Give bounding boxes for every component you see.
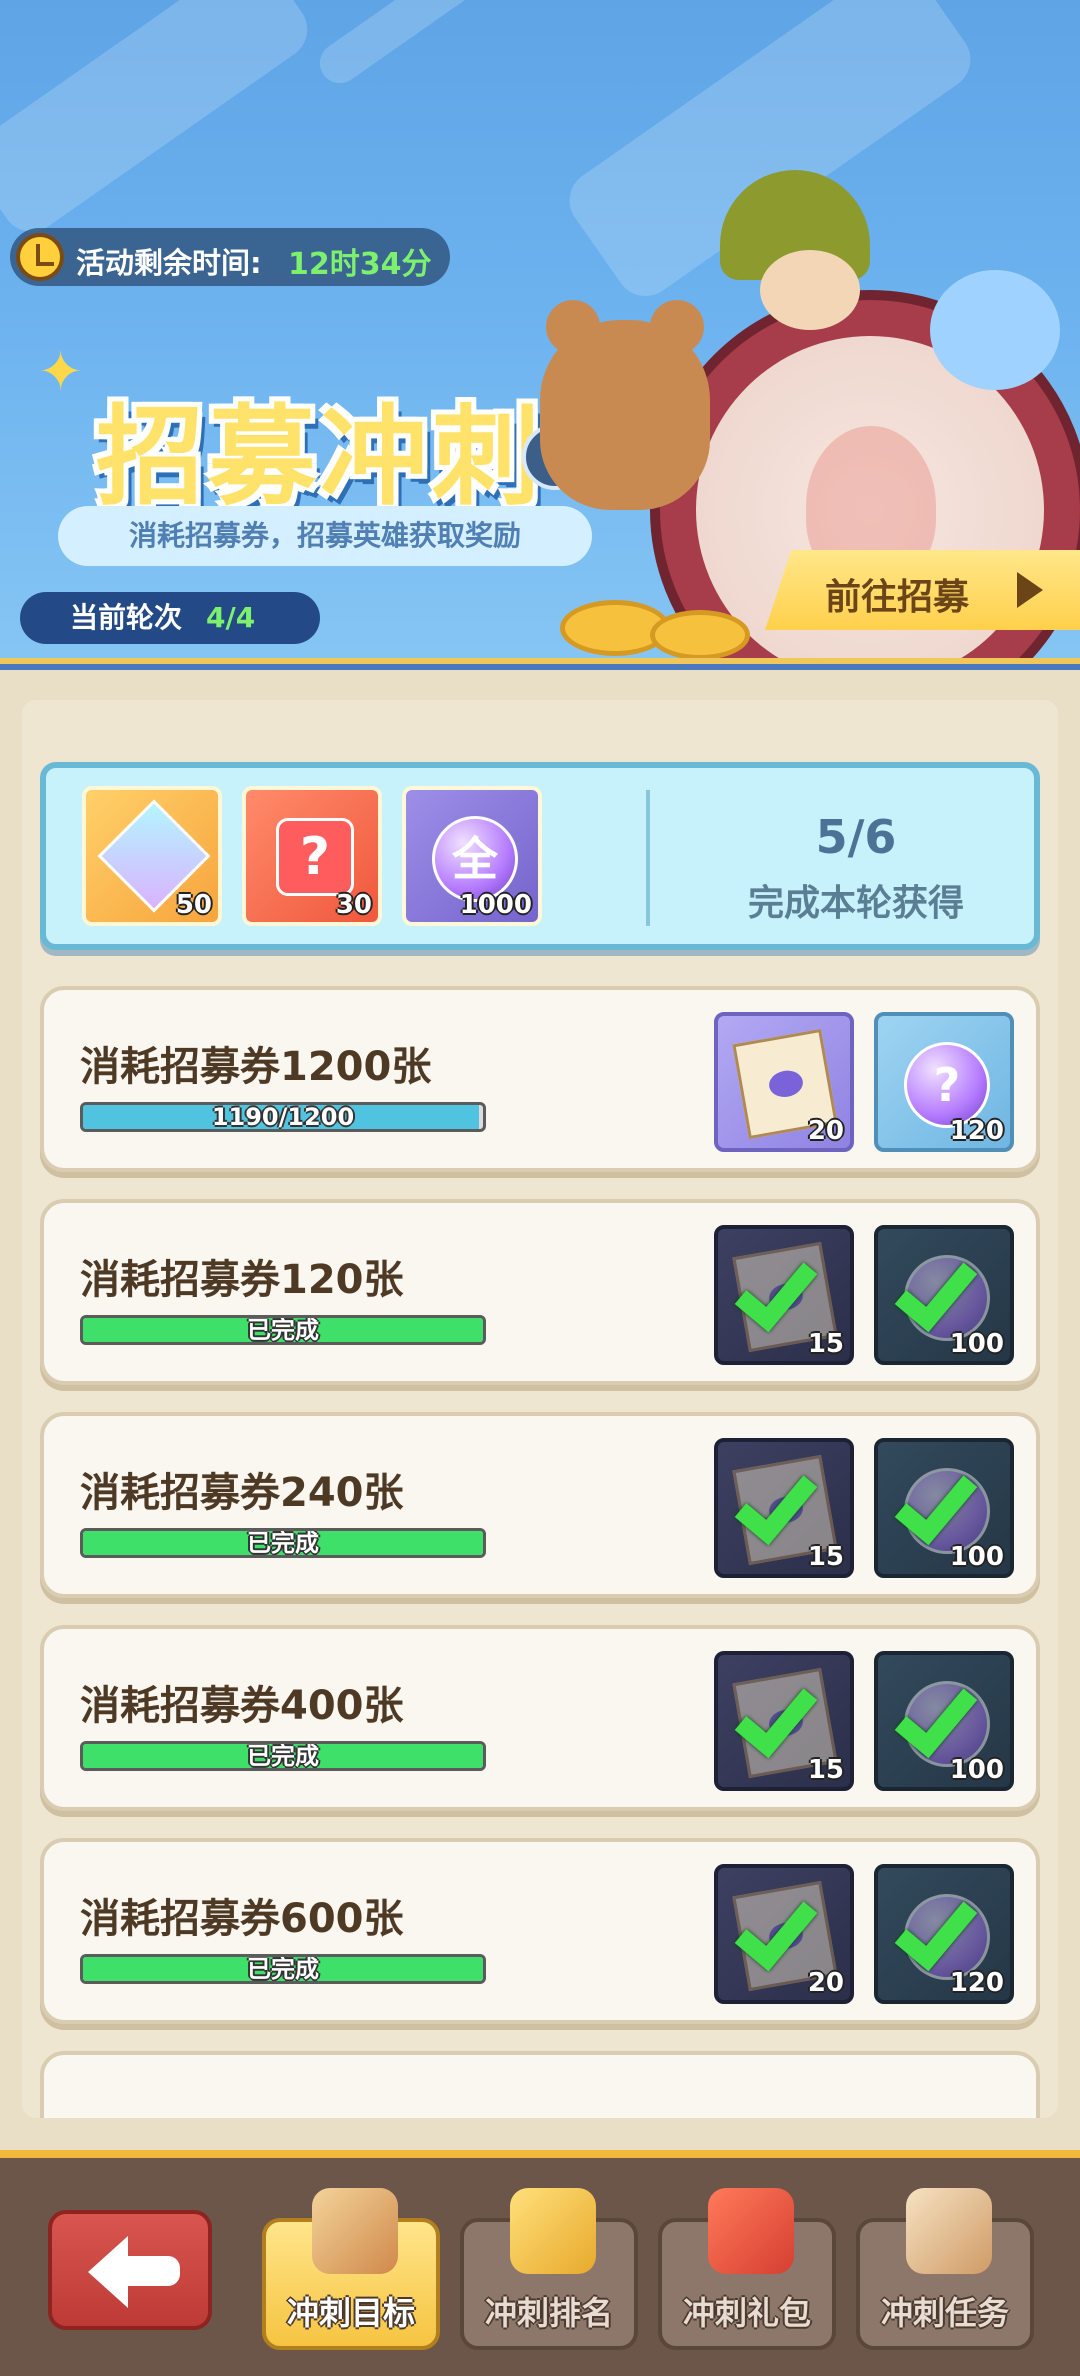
task-progress-text: 已完成 — [247, 1742, 319, 1770]
reward-quantity: 100 — [949, 1329, 1004, 1359]
task-row: 消耗招募券240张已完成 15 100 — [40, 1412, 1040, 1598]
timer-label: 活动剩余时间: — [76, 246, 262, 280]
mushroom-character-face — [760, 250, 860, 330]
scroll-icon — [312, 2188, 398, 2274]
back-button[interactable] — [48, 2210, 212, 2330]
task-reward-item[interactable]: 100 — [874, 1651, 1014, 1791]
task-reward-item[interactable]: 100 — [874, 1438, 1014, 1578]
tab-sprint-ranking[interactable]: 冲刺排名 — [460, 2188, 638, 2350]
task-progress-bar: 已完成 — [80, 1315, 486, 1345]
bottom-tab-bar: 冲刺目标 冲刺排名 冲刺礼包 冲刺任务 — [0, 2150, 1080, 2376]
task-row: 消耗招募券120张已完成 15 100 — [40, 1199, 1040, 1385]
event-timer: 活动剩余时间: 12时34分 — [10, 228, 450, 286]
reward-quantity: 100 — [949, 1755, 1004, 1785]
clock-icon — [16, 233, 64, 281]
reward-quantity: 20 — [807, 1968, 844, 1998]
task-reward-item[interactable]: 100 — [874, 1225, 1014, 1365]
task-title: 消耗招募券1200张 — [80, 1044, 432, 1090]
tab-sprint-gift[interactable]: 冲刺礼包 — [658, 2188, 836, 2350]
back-arrow-icon — [88, 2236, 180, 2308]
tab-sprint-goals[interactable]: 冲刺目标 — [262, 2188, 440, 2350]
task-title: 消耗招募券600张 — [80, 1896, 404, 1942]
task-progress-text: 1190/1200 — [211, 1103, 355, 1131]
reward-quantity: 120 — [949, 1116, 1004, 1146]
banner-bottom-strip — [0, 658, 1080, 670]
trophy-icon — [510, 2188, 596, 2274]
round-label: 当前轮次 — [70, 601, 183, 634]
goals-panel: 50 ? 30 全 1000 5/6 完成本轮获得 消耗招募券1200张 1190… — [22, 700, 1058, 2118]
reward-quantity: 15 — [807, 1329, 844, 1359]
task-reward-item[interactable]: 15 — [714, 1438, 854, 1578]
tab-label: 冲刺目标 — [286, 2294, 415, 2332]
tab-label: 冲刺任务 — [880, 2294, 1009, 2332]
reward-quantity: 20 — [807, 1116, 844, 1146]
task-reward-item[interactable]: 20 — [714, 1864, 854, 2004]
task-reward-item[interactable]: ? 120 — [874, 1012, 1014, 1152]
girl-character — [930, 270, 1060, 390]
task-row: 消耗招募券1200张 1190/1200 20 ? 120 — [40, 986, 1040, 1172]
page-title: 招募冲刺 — [96, 395, 545, 520]
banner-stripe — [312, 0, 548, 91]
task-progress-text: 已完成 — [247, 1529, 319, 1557]
reward-quantity: 50 — [175, 890, 212, 920]
reward-quantity: 100 — [949, 1542, 1004, 1572]
goto-recruit-label: 前往招募 — [825, 577, 970, 618]
reward-quantity: 120 — [949, 1968, 1004, 1998]
bear-character — [540, 300, 710, 510]
tab-label: 冲刺排名 — [484, 2294, 613, 2332]
tab-sprint-tasks[interactable]: 冲刺任务 — [856, 2188, 1034, 2350]
gold-coin — [650, 610, 750, 660]
round-reward-item[interactable]: ? 30 — [242, 786, 382, 926]
event-banner: 活动剩余时间: 12时34分 ✦ 招募冲刺 ? 消耗招募券，招募英雄获取奖励 当… — [0, 0, 1080, 670]
round-value: 4/4 — [206, 601, 256, 634]
reward-quantity: 15 — [807, 1542, 844, 1572]
task-progress-bar: 已完成 — [80, 1954, 486, 1984]
sparkle-icon: ✦ — [38, 340, 84, 403]
play-arrow-icon — [1017, 572, 1043, 608]
task-row: 消耗招募券400张已完成 15 100 — [40, 1625, 1040, 1811]
divider — [646, 790, 650, 926]
task-reward-item[interactable]: 120 — [874, 1864, 1014, 2004]
reward-quantity: 15 — [807, 1755, 844, 1785]
task-progress-text: 已完成 — [247, 1955, 319, 1983]
timer-value: 12时34分 — [288, 247, 432, 282]
task-reward-item[interactable]: 15 — [714, 1225, 854, 1365]
task-title: 消耗招募券240张 — [80, 1470, 404, 1516]
round-reward-item[interactable]: 全 1000 — [402, 786, 542, 926]
gift-chest-icon — [708, 2188, 794, 2274]
round-progress-label: 完成本轮获得 — [747, 883, 964, 924]
task-title: 消耗招募券400张 — [80, 1683, 404, 1729]
goto-recruit-button[interactable]: 前往招募 — [765, 550, 1080, 630]
task-reward-item[interactable]: 20 — [714, 1012, 854, 1152]
quill-scroll-icon — [906, 2188, 992, 2274]
event-subtitle: 消耗招募券，招募英雄获取奖励 — [58, 506, 592, 566]
task-row-partial — [40, 2051, 1040, 2118]
task-title: 消耗招募券120张 — [80, 1257, 404, 1303]
round-reward-item[interactable]: 50 — [82, 786, 222, 926]
task-progress-text: 已完成 — [247, 1316, 319, 1344]
task-progress-bar: 1190/1200 — [80, 1102, 486, 1132]
reward-quantity: 1000 — [459, 890, 532, 920]
tab-label: 冲刺礼包 — [682, 2294, 811, 2332]
reward-quantity: 30 — [335, 890, 372, 920]
task-progress-bar: 已完成 — [80, 1528, 486, 1558]
round-reward-summary: 50 ? 30 全 1000 5/6 完成本轮获得 — [40, 762, 1040, 950]
current-round: 当前轮次 4/4 — [20, 592, 320, 644]
task-progress-bar: 已完成 — [80, 1741, 486, 1771]
task-row: 消耗招募券600张已完成 20 120 — [40, 1838, 1040, 2024]
banner-stripe — [0, 0, 319, 244]
mystery-puzzle-icon: ? — [276, 818, 354, 896]
round-progress-count: 5/6 — [815, 810, 897, 864]
task-reward-item[interactable]: 15 — [714, 1651, 854, 1791]
